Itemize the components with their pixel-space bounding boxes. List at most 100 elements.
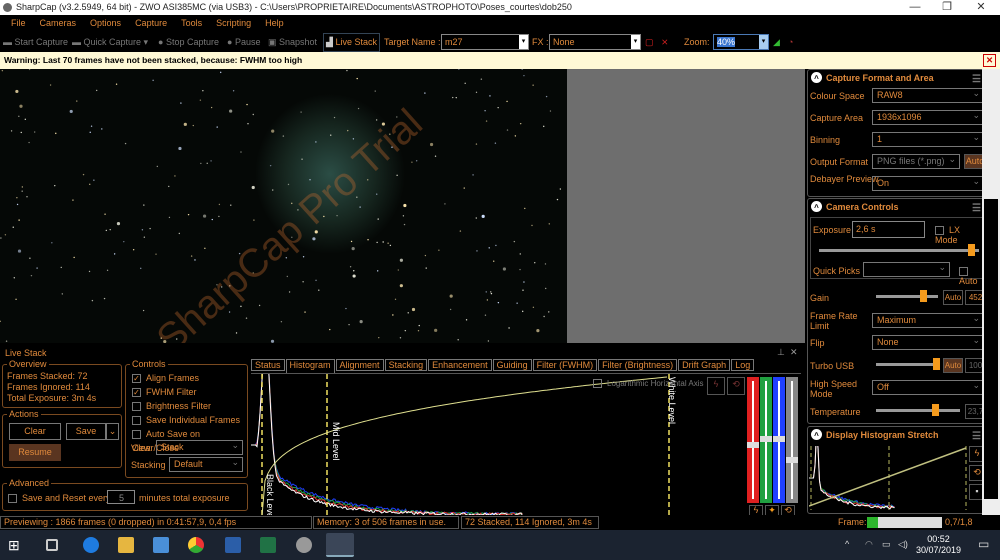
channel-slider[interactable] (747, 377, 759, 503)
zoom-select[interactable]: 40% ▾ (713, 34, 769, 50)
channel-sliders[interactable] (747, 377, 799, 503)
view-select[interactable]: Stack (156, 439, 243, 455)
check-icon[interactable]: ✓ (132, 374, 141, 384)
hamburger-icon[interactable]: ☰ (972, 72, 981, 88)
high-speed-select[interactable]: Off (872, 379, 984, 395)
brightness-filter-checkbox[interactable]: Brightness Filter (132, 399, 247, 413)
close-icon[interactable]: ✕ (790, 347, 798, 358)
sharpcap-taskbar-icon[interactable] (326, 533, 354, 557)
turbo-auto-button[interactable]: Auto (943, 358, 963, 373)
frame-rate-select[interactable]: Maximum (872, 312, 984, 328)
chevron-down-icon[interactable]: ▾ (631, 35, 640, 49)
tab-histogram[interactable]: Histogram (285, 359, 335, 373)
slider-thumb[interactable] (968, 244, 975, 256)
minutes-stepper[interactable]: 5 (107, 490, 135, 504)
tray-chevron-icon[interactable]: ^ (845, 539, 849, 549)
hamburger-icon[interactable]: ☰ (972, 201, 981, 217)
file-explorer-icon[interactable] (118, 537, 134, 553)
crosshair-icon[interactable]: ⨯ (661, 32, 669, 52)
battery-icon[interactable]: ▭ (882, 539, 891, 550)
menu-help[interactable]: Help (265, 18, 284, 28)
scroll-thumb[interactable] (984, 199, 998, 499)
tab-guiding[interactable]: Guiding (492, 359, 532, 371)
checkbox[interactable] (959, 267, 968, 277)
capture-area-select[interactable]: 1936x1096 (872, 109, 984, 125)
checkbox[interactable] (8, 494, 17, 504)
tab-log[interactable]: Log (731, 359, 755, 371)
slider-thumb[interactable] (933, 358, 940, 370)
target-name-input[interactable]: m27 ▾ (441, 34, 529, 50)
align-frames-checkbox[interactable]: ✓ Align Frames (132, 371, 247, 385)
volume-icon[interactable]: ◁) (898, 539, 908, 550)
slider-thumb[interactable] (786, 457, 798, 464)
pin-icon[interactable]: ⊥ (777, 347, 785, 358)
fx-select[interactable]: None ▾ (549, 34, 641, 50)
store-icon[interactable] (153, 537, 169, 553)
checkbox[interactable] (935, 226, 944, 236)
checkbox[interactable] (132, 430, 141, 440)
tab-stacking[interactable]: Stacking (384, 359, 428, 371)
focus-timer-icon[interactable]: ◔ (788, 32, 793, 52)
slider-thumb[interactable] (773, 436, 785, 442)
channel-slider[interactable] (773, 377, 785, 503)
auto-stretch-icon[interactable]: ϟ (707, 377, 725, 395)
histogram-icon[interactable]: ◢ (773, 32, 780, 52)
menu-tools[interactable]: Tools (181, 18, 202, 28)
save-reset-checkbox[interactable]: Save and Reset every (8, 493, 111, 504)
checkbox[interactable] (132, 402, 141, 412)
display-histogram[interactable] (809, 446, 967, 510)
save-individual-frames-checkbox[interactable]: Save Individual Frames (132, 413, 247, 427)
tab-enhancement[interactable]: Enhancement (428, 359, 492, 371)
channel-slider[interactable] (760, 377, 772, 503)
quick-picks-auto[interactable]: Auto (959, 266, 983, 286)
chevron-down-icon[interactable]: ▾ (519, 35, 528, 49)
fwhm-filter-checkbox[interactable]: ✓ FWHM Filter (132, 385, 247, 399)
tab-filter-brightness[interactable]: Filter (Brightness) (598, 359, 678, 371)
camera-image[interactable]: SharpCap Pro Trial (0, 69, 567, 343)
binning-select[interactable]: 1 (872, 131, 984, 147)
lx-mode-checkbox[interactable]: LX Mode (935, 225, 983, 245)
windows-start-icon[interactable]: ⊞ (8, 537, 24, 553)
checkbox[interactable] (132, 416, 141, 426)
edge-icon[interactable] (83, 537, 99, 553)
stop-capture-button[interactable]: ● Stop Capture (158, 32, 219, 52)
chevron-down-icon[interactable]: ▾ (759, 35, 768, 49)
turbo-usb-slider[interactable] (876, 358, 940, 370)
slider-thumb[interactable] (919, 290, 927, 302)
log-axis-checkbox[interactable]: Logarithmic Horizontal Axis (593, 379, 703, 389)
image-viewer[interactable]: SharpCap Pro Trial (0, 69, 805, 343)
exposure-input[interactable]: 2,6 s (852, 221, 925, 238)
exposure-slider[interactable] (819, 244, 979, 256)
tab-filter-fwhm[interactable]: Filter (FWHM) (532, 359, 598, 371)
save-dropdown-icon[interactable]: ⌄ (106, 423, 119, 440)
check-icon[interactable]: ✓ (132, 388, 141, 398)
debayer-select[interactable]: On (872, 175, 984, 191)
slider-thumb[interactable] (747, 441, 759, 448)
section-header[interactable]: Camera Controls ☰ (808, 199, 985, 215)
excel-icon[interactable] (260, 537, 276, 553)
chrome-icon[interactable] (188, 537, 204, 553)
save-button[interactable]: Save (66, 423, 106, 440)
flip-select[interactable]: None (872, 334, 984, 350)
clear-button[interactable]: Clear (9, 423, 61, 440)
right-panel-scrollbar[interactable] (982, 69, 1000, 516)
app-icon[interactable] (296, 537, 312, 553)
tab-drift-graph[interactable]: Drift Graph (678, 359, 731, 371)
section-header[interactable]: Display Histogram Stretch ☰ (808, 427, 985, 443)
task-view-icon[interactable] (46, 539, 58, 551)
tab-alignment[interactable]: Alignment (335, 359, 384, 371)
output-format-select[interactable]: PNG files (*.png) (872, 153, 960, 169)
live-stack-button[interactable]: ▟ Live Stack (323, 33, 380, 52)
stacking-select[interactable]: Default (169, 456, 243, 472)
gain-slider[interactable] (876, 290, 938, 302)
tab-status[interactable]: Status (251, 359, 285, 371)
reticle-icon[interactable]: ▢ (645, 32, 654, 52)
clock[interactable]: 00:52 30/07/2019 (916, 534, 961, 556)
gain-auto-button[interactable]: Auto (943, 290, 963, 305)
quick-picks-select[interactable] (863, 261, 950, 277)
wifi-icon[interactable]: ◠ (865, 539, 873, 550)
section-header[interactable]: Capture Format and Area ☰ (808, 70, 985, 86)
menu-capture[interactable]: Capture (135, 18, 167, 28)
menu-options[interactable]: Options (90, 18, 121, 28)
start-capture-button[interactable]: ▬ Start Capture (3, 32, 68, 52)
